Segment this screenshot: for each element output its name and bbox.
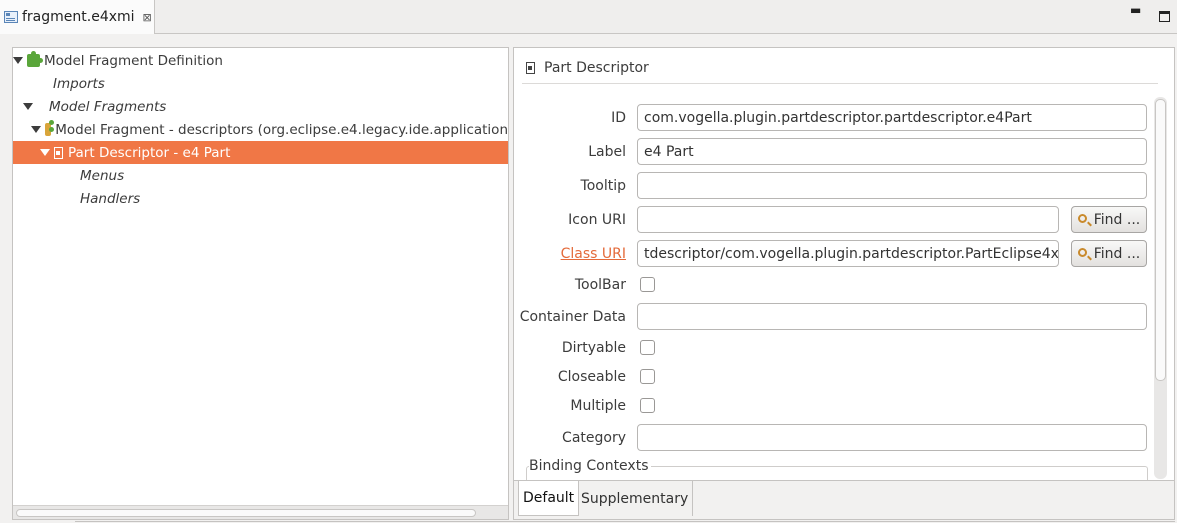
multiple-checkbox[interactable] (640, 398, 655, 413)
tree-item-part-descriptor[interactable]: Part Descriptor - e4 Part (13, 141, 508, 164)
form-row-toolbar: ToolBar (514, 271, 1154, 301)
dirtyable-checkbox[interactable] (640, 340, 655, 355)
dirtyable-label: Dirtyable (561, 340, 626, 356)
closeable-label: Closeable (557, 369, 626, 385)
tree-item-model-fragment-definition[interactable]: Model Fragment Definition (13, 49, 508, 72)
icon-uri-label: Icon URI (568, 212, 626, 228)
class-uri-link[interactable]: Class URI (561, 246, 626, 262)
tooltip-label: Tooltip (580, 178, 626, 194)
tooltip-field[interactable] (637, 172, 1147, 199)
model-tree[interactable]: Model Fragment Definition Imports Model … (12, 47, 509, 520)
magnifier-icon (1077, 213, 1087, 223)
find-button-label: Find ... (1093, 211, 1141, 228)
form-row-dirtyable: Dirtyable (514, 334, 1154, 364)
container-data-field[interactable] (637, 303, 1147, 330)
puzzle-piece-mixed-icon (45, 120, 55, 136)
binding-contexts-label: Binding Contexts (529, 458, 651, 474)
find-button-label: Find ... (1093, 245, 1141, 262)
maximize-icon[interactable] (1159, 11, 1170, 22)
category-label: Category (562, 430, 626, 446)
container-data-label: Container Data (519, 309, 626, 325)
editor-tab-fragment[interactable]: fragment.e4xmi ⊠ (0, 0, 155, 34)
editor-tab-label: fragment.e4xmi (22, 9, 135, 25)
closeable-checkbox[interactable] (640, 369, 655, 384)
part-descriptor-icon (526, 62, 535, 74)
section-divider (522, 83, 1158, 84)
expand-arrow-icon[interactable] (23, 103, 33, 110)
magnifier-icon (1077, 247, 1087, 257)
label-label: Label (588, 144, 626, 160)
tree-item-label: Imports (53, 75, 105, 92)
form-row-id: ID com.vogella.plugin.partdescriptor.par… (514, 104, 1154, 134)
form-row-class-uri: Class URI tdescriptor/com.vogella.plugin… (514, 240, 1154, 270)
puzzle-piece-icon (27, 51, 43, 67)
tree-item-label: Menus (80, 167, 125, 184)
tree-item-imports[interactable]: Imports (13, 72, 508, 95)
tree-item-handlers[interactable]: Handlers (13, 187, 508, 210)
tree-item-label: Model Fragments (49, 98, 167, 115)
find-class-uri-button[interactable]: Find ... (1071, 240, 1147, 267)
detail-tab-bar: Default Supplementary (514, 480, 1174, 519)
tree-item-label: Model Fragment - descriptors (org.eclips… (55, 121, 508, 138)
tree-item-label: Handlers (80, 190, 141, 207)
toolbar-checkbox[interactable] (640, 277, 655, 292)
tab-supplementary[interactable]: Supplementary (577, 481, 694, 516)
minimize-icon[interactable]: ▬ (1130, 3, 1141, 17)
scrollbar-thumb[interactable] (1155, 99, 1166, 381)
form-row-label: Label e4 Part (514, 138, 1154, 168)
expand-arrow-icon[interactable] (13, 57, 23, 64)
form-row-tooltip: Tooltip (514, 172, 1154, 202)
tree-item-label: Model Fragment Definition (44, 52, 223, 69)
tree-item-menus[interactable]: Menus (13, 164, 508, 187)
category-field[interactable] (637, 424, 1147, 451)
icon-uri-field[interactable] (637, 206, 1059, 233)
multiple-label: Multiple (570, 398, 626, 414)
part-descriptor-icon (54, 146, 63, 159)
e4xmi-editor-icon (4, 11, 18, 23)
label-field[interactable]: e4 Part (637, 138, 1147, 165)
tree-item-model-fragments[interactable]: Model Fragments (13, 95, 508, 118)
tab-default[interactable]: Default (518, 481, 580, 516)
form-row-container-data: Container Data (514, 303, 1154, 333)
tree-item-label: Part Descriptor - e4 Part (68, 144, 231, 161)
form-row-category: Category (514, 424, 1154, 454)
expand-arrow-icon[interactable] (40, 149, 50, 156)
horizontal-scrollbar[interactable] (13, 505, 508, 519)
form-row-multiple: Multiple (514, 392, 1154, 422)
form-row-closeable: Closeable (514, 363, 1154, 393)
expand-arrow-icon[interactable] (31, 126, 41, 133)
scrollbar-thumb[interactable] (16, 509, 476, 517)
vertical-scrollbar[interactable] (1154, 97, 1167, 479)
section-header: Part Descriptor (526, 60, 649, 76)
class-uri-field[interactable]: tdescriptor/com.vogella.plugin.partdescr… (637, 240, 1059, 267)
close-icon[interactable]: ⊠ (143, 11, 152, 24)
section-title: Part Descriptor (544, 60, 649, 76)
editor-tab-bar: fragment.e4xmi ⊠ ▬ (0, 0, 1177, 34)
form-row-icon-uri: Icon URI Find ... (514, 206, 1154, 236)
id-label: ID (611, 110, 626, 126)
id-field[interactable]: com.vogella.plugin.partdescriptor.partde… (637, 104, 1147, 131)
detail-panel: Part Descriptor ID com.vogella.plugin.pa… (513, 47, 1175, 520)
bottom-divider (75, 521, 1175, 522)
find-icon-uri-button[interactable]: Find ... (1071, 206, 1147, 233)
tree-item-model-fragment-descriptors[interactable]: Model Fragment - descriptors (org.eclips… (13, 118, 508, 141)
toolbar-label: ToolBar (574, 277, 626, 293)
